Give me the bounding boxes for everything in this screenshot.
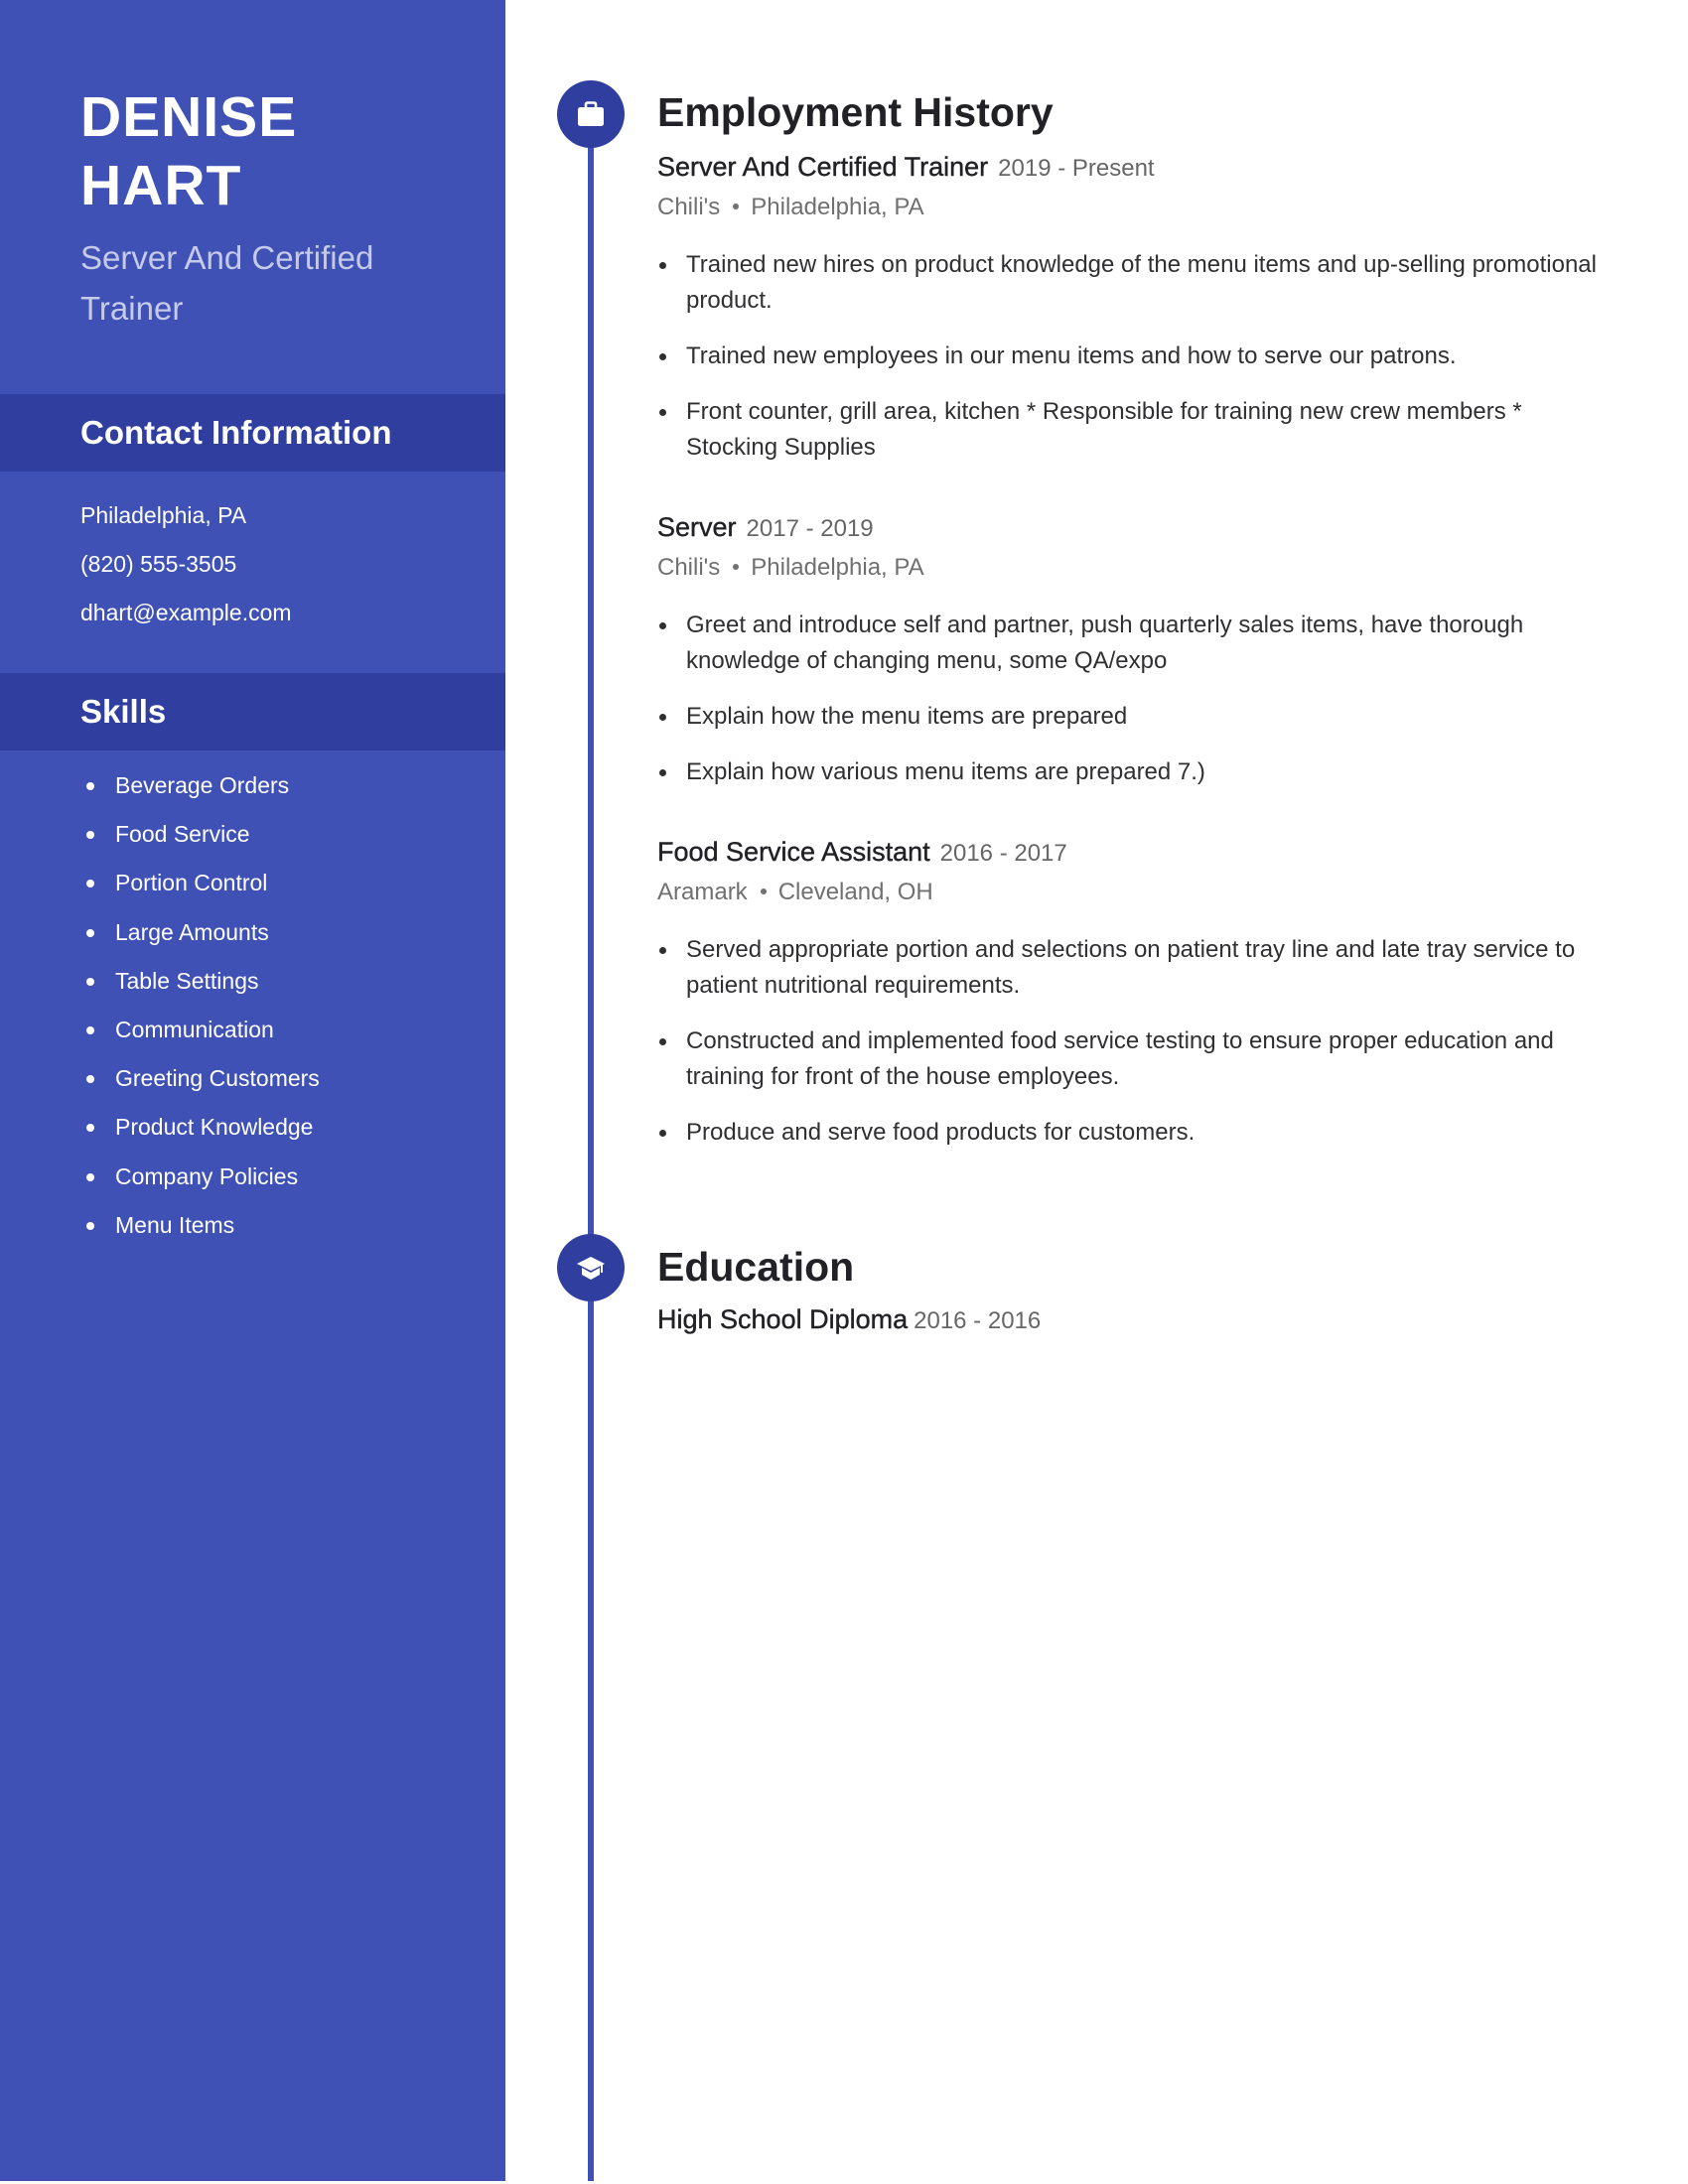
employment-icon-badge <box>557 80 625 148</box>
job-bullet: Constructed and implemented food service… <box>657 1024 1611 1095</box>
job-header: Server And Certified Trainer 2019 - Prese… <box>657 149 1611 187</box>
job-entry: Server And Certified Trainer 2019 - Prese… <box>657 149 1611 485</box>
contact-list: Philadelphia, PA (820) 555-3505 dhart@ex… <box>80 491 292 637</box>
job-company-location: Chili's Philadelphia, PA <box>657 190 1611 225</box>
job-location: Philadelphia, PA <box>751 554 924 581</box>
contact-section-header: Contact Information <box>0 394 505 472</box>
job-header: Server 2017 - 2019 <box>657 509 1611 547</box>
contact-phone[interactable]: (820) 555-3505 <box>80 540 292 589</box>
briefcase-icon <box>578 101 604 126</box>
job-dates: 2017 - 2019 <box>746 515 874 542</box>
separator-dot-icon <box>733 203 740 209</box>
name-first: DENISE <box>80 85 298 149</box>
job-title: Food Service Assistant <box>657 837 930 867</box>
job-entry: Server 2017 - 2019 Chili's Philadelphia, P… <box>657 509 1611 810</box>
job-bullet: Served appropriate portion and selection… <box>657 932 1611 1004</box>
skill-item: Beverage Orders <box>80 761 320 810</box>
degree-title: High School Diploma <box>657 1304 909 1334</box>
education-heading: Education <box>657 1244 855 1290</box>
job-bullet: Explain how various menu items are prepa… <box>657 754 1611 790</box>
job-company: Aramark <box>657 879 748 905</box>
skill-item: Portion Control <box>80 859 320 907</box>
job-location: Cleveland, OH <box>777 879 933 905</box>
job-bullets: Served appropriate portion and selection… <box>657 932 1611 1151</box>
job-company: Chili's <box>657 194 721 220</box>
job-title: Server And Certified Trainer <box>657 152 989 182</box>
job-subtitle: Server And Certified Trainer <box>80 239 374 327</box>
job-entry: Food Service Assistant 2016 - 2017 Aramar… <box>657 834 1611 1170</box>
education-entry: High School Diploma 2016 - 2016 <box>657 1301 1041 1339</box>
job-company-location: Chili's Philadelphia, PA <box>657 550 1611 586</box>
skills-heading: Skills <box>80 693 167 730</box>
skill-item: Menu Items <box>80 1201 320 1250</box>
skill-item: Product Knowledge <box>80 1103 320 1152</box>
name-last: HART <box>80 154 242 217</box>
job-dates: 2019 - Present <box>998 155 1155 182</box>
contact-heading: Contact Information <box>80 414 392 451</box>
candidate-name: DENISE HART <box>80 83 297 220</box>
skills-section-header: Skills <box>0 673 505 751</box>
job-company: Chili's <box>657 554 721 581</box>
graduation-cap-icon <box>577 1257 605 1280</box>
skill-item: Table Settings <box>80 957 320 1006</box>
contact-location: Philadelphia, PA <box>80 502 247 528</box>
skill-item: Company Policies <box>80 1153 320 1201</box>
contact-email[interactable]: dhart@example.com <box>80 589 292 637</box>
separator-dot-icon <box>733 563 740 570</box>
skill-item: Large Amounts <box>80 908 320 957</box>
separator-dot-icon <box>760 887 767 894</box>
timeline-line <box>588 114 594 2181</box>
job-bullet: Trained new hires on product knowledge o… <box>657 247 1611 319</box>
employment-heading: Employment History <box>657 89 1054 135</box>
job-bullet: Explain how the menu items are prepared <box>657 699 1611 735</box>
job-dates: 2016 - 2017 <box>939 840 1067 867</box>
job-bullet: Trained new employees in our menu items … <box>657 339 1611 374</box>
job-location: Philadelphia, PA <box>751 194 924 220</box>
education-icon-badge <box>557 1234 625 1301</box>
job-bullet: Front counter, grill area, kitchen * Res… <box>657 394 1611 466</box>
job-bullets: Greet and introduce self and partner, pu… <box>657 608 1611 790</box>
skill-item: Greeting Customers <box>80 1054 320 1103</box>
job-company-location: Aramark Cleveland, OH <box>657 875 1611 910</box>
skills-list: Beverage Orders Food Service Portion Con… <box>80 761 320 1250</box>
skill-item: Communication <box>80 1006 320 1054</box>
skill-item: Food Service <box>80 810 320 859</box>
job-bullet: Produce and serve food products for cust… <box>657 1115 1611 1151</box>
job-title: Server <box>657 512 737 542</box>
education-dates: 2016 - 2016 <box>914 1307 1042 1334</box>
job-header: Food Service Assistant 2016 - 2017 <box>657 834 1611 872</box>
sidebar: DENISE HART Server And Certified Trainer… <box>0 0 505 2181</box>
job-bullets: Trained new hires on product knowledge o… <box>657 247 1611 466</box>
job-bullet: Greet and introduce self and partner, pu… <box>657 608 1611 679</box>
